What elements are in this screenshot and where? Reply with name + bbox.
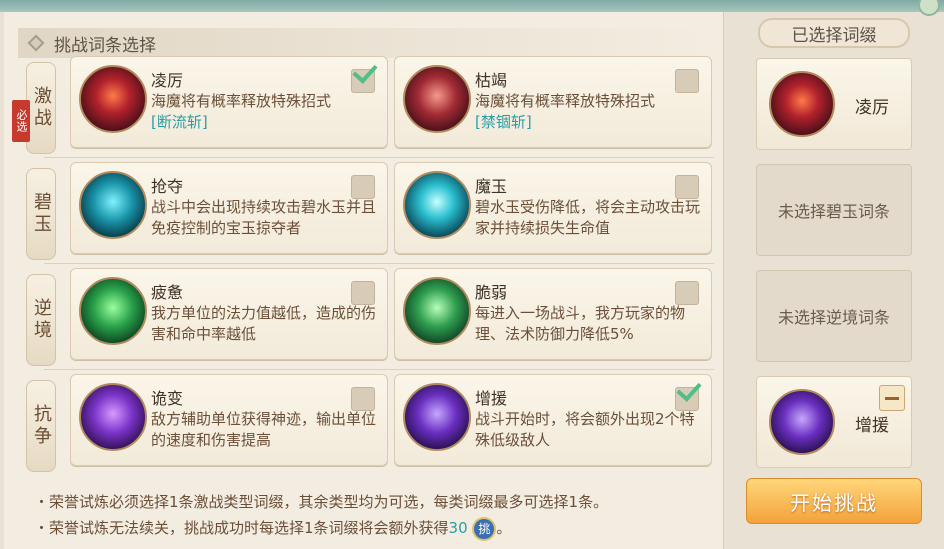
affix-name: 魔玉 <box>475 177 508 196</box>
selected-slot-biyu-empty: 未选择碧玉词条 <box>756 164 912 256</box>
section-title: 挑战词条选择 <box>54 35 156 56</box>
affix-checkbox[interactable] <box>675 69 699 93</box>
affix-card-qiangduo[interactable]: 抢夺 战斗中会出现持续攻击碧水玉并且免疫控制的宝玉掠夺者 <box>70 162 388 254</box>
crimson-beast-icon <box>769 71 835 137</box>
row-divider <box>44 369 714 370</box>
affix-desc-text: 海魔将有概率释放特殊招式 <box>151 92 332 110</box>
affix-card-lingli[interactable]: 凌厉 海魔将有概率释放特殊招式 [断流斩] <box>70 56 388 148</box>
affix-checkbox[interactable] <box>351 175 375 199</box>
affix-name: 诡变 <box>151 389 184 408</box>
affix-desc: 我方单位的法力值越低，造成的伤害和命中率越低 <box>151 304 377 343</box>
affix-row-jizhan: 激战 必选 凌厉 海魔将有概率释放特殊招式 [断流斩] 枯竭 海魔将有概率释放特… <box>12 56 718 160</box>
selected-slot-name: 凌厉 <box>855 98 889 118</box>
note-line-2-text: ・荣誉试炼无法续关，挑战成功时每选择1条词缀将会额外获得 <box>34 519 449 537</box>
affix-checkbox[interactable] <box>351 281 375 305</box>
affix-name: 增援 <box>475 389 508 408</box>
crimson-beast-icon <box>79 65 147 133</box>
affix-row-nijing: 逆境 疲惫 我方单位的法力值越低，造成的伤害和命中率越低 脆弱 每进入一场战斗，… <box>22 268 718 372</box>
affix-checkbox-checked[interactable] <box>351 58 378 93</box>
purple-crystal-icon <box>403 383 471 451</box>
row-divider <box>44 157 714 158</box>
diamond-icon <box>27 34 45 52</box>
weary-figure-icon <box>79 277 147 345</box>
affix-skill-tag[interactable]: [禁锢斩] <box>475 113 532 131</box>
affix-name: 凌厉 <box>151 71 184 90</box>
affix-card-cuiruo[interactable]: 脆弱 每进入一场战斗，我方玩家的物理、法术防御力降低5% <box>394 268 712 360</box>
row-label-kangzheng: 抗争 <box>26 380 56 472</box>
selected-slot-kangzheng[interactable]: 增援 <box>756 376 912 468</box>
jade-thief-icon <box>79 171 147 239</box>
affix-desc: 海魔将有概率释放特殊招式 [禁锢斩] <box>475 91 701 133</box>
row-label-biyu: 碧玉 <box>26 168 56 260</box>
affix-desc: 战斗中会出现持续攻击碧水玉并且免疫控制的宝玉掠夺者 <box>151 198 377 237</box>
required-badge: 必选 <box>12 100 30 142</box>
affix-card-moyu[interactable]: 魔玉 碧水玉受伤降低，将会主动攻击玩家并持续损失生命值 <box>394 162 712 254</box>
purple-vortex-icon <box>79 383 147 451</box>
row-label-jizhan: 激战 <box>26 62 56 154</box>
affix-selection-panel: 挑战词条选择 激战 必选 凌厉 海魔将有概率释放特殊招式 [断流斩] 枯竭 海魔… <box>4 12 724 549</box>
note-line-2: ・荣誉试炼无法续关，挑战成功时每选择1条词缀将会额外获得30 挑。 <box>34 515 608 541</box>
jade-orb-icon <box>403 171 471 239</box>
affix-desc: 敌方辅助单位获得神迹，输出单位的速度和伤害提高 <box>151 410 377 449</box>
affix-skill-tag[interactable]: [断流斩] <box>151 113 208 131</box>
top-banner <box>0 0 944 16</box>
affix-checkbox-checked[interactable] <box>675 376 702 411</box>
row-divider <box>44 263 714 264</box>
affix-checkbox[interactable] <box>675 175 699 199</box>
affix-row-kangzheng: 抗争 诡变 敌方辅助单位获得神迹，输出单位的速度和伤害提高 增援 战斗开始时，将… <box>22 374 718 478</box>
row-label-nijing: 逆境 <box>26 274 56 366</box>
affix-name: 抢夺 <box>151 177 184 196</box>
affix-desc: 海魔将有概率释放特殊招式 [断流斩] <box>151 91 377 133</box>
rules-notes: ・荣誉试炼必须选择1条激战类型词缀，其余类型均为可选，每类词缀最多可选择1条。 … <box>34 489 608 541</box>
affix-name: 脆弱 <box>475 283 508 302</box>
reward-amount: 30 <box>448 519 468 537</box>
start-challenge-button[interactable]: 开始挑战 <box>746 478 922 524</box>
affix-row-biyu: 碧玉 抢夺 战斗中会出现持续攻击碧水玉并且免疫控制的宝玉掠夺者 魔玉 碧水玉受伤… <box>22 162 718 266</box>
selected-slot-nijing-empty: 未选择逆境词条 <box>756 270 912 362</box>
affix-checkbox[interactable] <box>675 281 699 305</box>
affix-card-kujie[interactable]: 枯竭 海魔将有概率释放特殊招式 [禁锢斩] <box>394 56 712 148</box>
checkmark-icon <box>352 58 378 84</box>
note-line-1: ・荣誉试炼必须选择1条激战类型词缀，其余类型均为可选，每类词缀最多可选择1条。 <box>34 493 609 511</box>
affix-checkbox[interactable] <box>351 387 375 411</box>
affix-card-pibei[interactable]: 疲惫 我方单位的法力值越低，造成的伤害和命中率越低 <box>70 268 388 360</box>
affix-desc: 战斗开始时，将会额外出现2个特殊低级敌人 <box>475 410 695 449</box>
selected-slot-name: 增援 <box>855 416 889 436</box>
affix-name: 枯竭 <box>475 71 508 90</box>
purple-crystal-icon <box>769 389 835 455</box>
section-header: 挑战词条选择 <box>18 28 708 58</box>
note-line-2-end: 。 <box>496 519 512 537</box>
affix-card-guibian[interactable]: 诡变 敌方辅助单位获得神迹，输出单位的速度和伤害提高 <box>70 374 388 466</box>
affix-name: 疲惫 <box>151 283 184 302</box>
fragile-figure-icon <box>403 277 471 345</box>
affix-desc-text: 海魔将有概率释放特殊招式 <box>475 92 656 110</box>
selected-affix-panel: 已选择词缀 凌厉 未选择碧玉词条 未选择逆境词条 增援 开始挑战 <box>738 12 928 549</box>
selected-title: 已选择词缀 <box>758 18 910 48</box>
checkmark-icon <box>676 376 702 402</box>
affix-desc: 碧水玉受伤降低，将会主动攻击玩家并持续损失生命值 <box>475 198 701 237</box>
selected-slot-jizhan[interactable]: 凌厉 <box>756 58 912 150</box>
affix-desc: 每进入一场战斗，我方玩家的物理、法术防御力降低5% <box>475 304 686 343</box>
remove-affix-button[interactable] <box>879 385 905 411</box>
affix-card-zengyuan[interactable]: 增援 战斗开始时，将会额外出现2个特殊低级敌人 <box>394 374 712 466</box>
crimson-claw-icon <box>403 65 471 133</box>
challenge-coin-icon: 挑 <box>472 516 497 541</box>
